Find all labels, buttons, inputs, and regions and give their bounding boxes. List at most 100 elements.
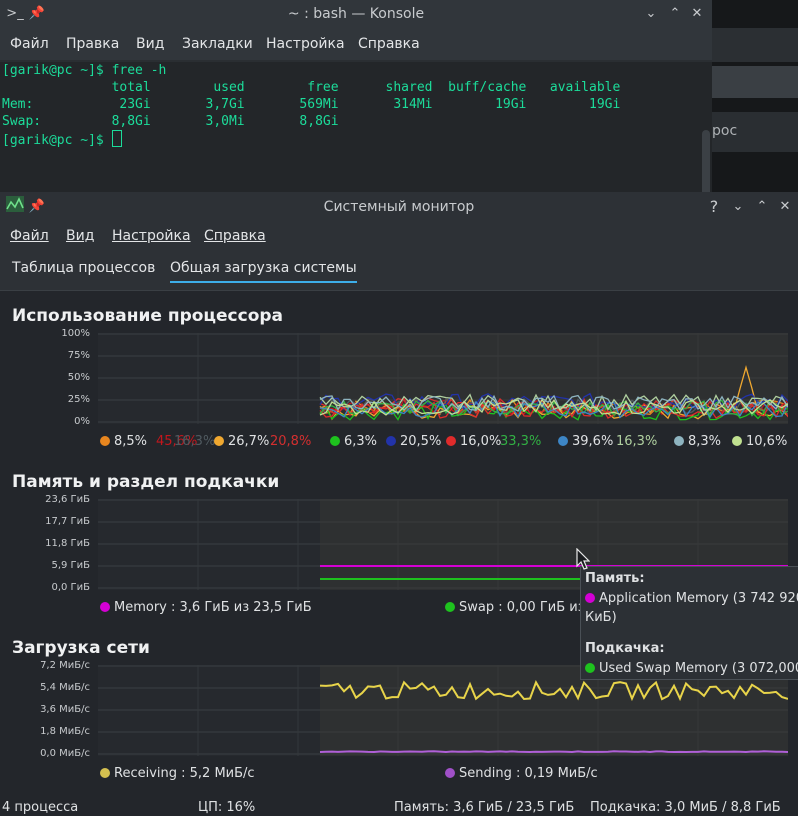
tab-bar: Таблица процессов Общая загрузка системы (0, 252, 798, 291)
cpu-ytick: 0% (74, 416, 90, 427)
minimize-icon[interactable]: ⌄ (727, 196, 749, 218)
tooltip-memory-header: Память: (585, 571, 645, 586)
memory-legend-dot (100, 602, 110, 612)
cpu-legend-item: 20,5% (386, 434, 441, 449)
cpu-section-title: Использование процессора (12, 306, 284, 326)
network-ytick: 3,6 МиБ/с (40, 704, 90, 715)
cpu-legend-item: 16,3% (616, 434, 657, 449)
background-window-field (712, 66, 798, 98)
sending-line (319, 750, 788, 754)
sysmon-menubar: Файл Вид Настройка Справка (0, 222, 798, 252)
menu-view[interactable]: Вид (136, 36, 164, 52)
system-monitor-window: 📌 Системный монитор ? ⌄ ⌃ ✕ Файл Вид Нас… (0, 192, 798, 816)
cpu-ytick: 75% (67, 350, 90, 361)
receiving-legend-dot (100, 768, 110, 778)
cpu-legend-dot (446, 436, 456, 446)
cpu-ytick: 25% (67, 394, 90, 405)
tooltip-memory-item: Application Memory (3 742 920 (585, 591, 798, 606)
close-icon[interactable]: ✕ (774, 196, 796, 218)
cpu-legend-dot (214, 436, 224, 446)
sysmon-titlebar[interactable]: 📌 Системный монитор ? ⌄ ⌃ ✕ (0, 192, 798, 222)
status-memory: Память: 3,6 ГиБ / 23,5 ГиБ (394, 800, 575, 815)
help-icon[interactable]: ? (703, 196, 725, 218)
memory-legend: Memory : 3,6 ГиБ из 23,5 ГиБ (100, 600, 312, 615)
menu-help[interactable]: Справка (358, 36, 420, 52)
network-ytick: 5,4 МиБ/с (40, 682, 90, 693)
receiving-legend: Receiving : 5,2 МиБ/с (100, 766, 255, 781)
terminal-line: Mem: 23Gi 3,7Gi 569Mi 314Mi 19Gi 19Gi (2, 97, 621, 112)
terminal-area[interactable]: [garik@pc ~]$ free -h total used free sh… (0, 62, 712, 252)
receiving-legend-text: Receiving : 5,2 МиБ/с (114, 766, 255, 781)
tab-process-table[interactable]: Таблица процессов (12, 260, 155, 276)
maximize-icon[interactable]: ⌃ (751, 196, 773, 218)
close-icon[interactable]: ✕ (686, 3, 708, 25)
cpu-legend-value: 8,3% (688, 434, 722, 449)
cpu-legend-item: 33,3% (500, 434, 541, 449)
background-window: рос (712, 0, 798, 192)
memory-section-title: Память и раздел подкачки (12, 472, 280, 492)
tab-system-load[interactable]: Общая загрузка системы (170, 260, 357, 283)
network-ytick: 1,8 МиБ/с (40, 726, 90, 737)
cpu-legend-value: 33,3% (500, 434, 542, 449)
cpu-legend-value: 10,6% (746, 434, 788, 449)
memory-ytick: 5,9 ГиБ (51, 560, 90, 571)
cpu-legend-item: 39,6% (558, 434, 613, 449)
konsole-titlebar[interactable]: >_ 📌 ~ : bash — Konsole ⌄ ⌃ ✕ (0, 0, 712, 28)
cpu-legend-dot (100, 436, 110, 446)
minimize-icon[interactable]: ⌄ (640, 3, 662, 25)
maximize-icon[interactable]: ⌃ (664, 3, 686, 25)
terminal-line: [garik@pc ~]$ free -h (2, 63, 167, 78)
cpu-legend-value: 8,5% (114, 434, 148, 449)
network-section-title: Загрузка сети (12, 638, 150, 658)
network-ytick: 0,0 МиБ/с (40, 748, 90, 759)
cpu-legend-dot (330, 436, 340, 446)
memory-ytick: 23,6 ГиБ (45, 494, 90, 505)
status-cpu: ЦП: 16% (198, 800, 256, 815)
network-ytick: 7,2 МиБ/с (40, 660, 90, 671)
menu-settings[interactable]: Настройка (266, 36, 345, 52)
konsole-menubar: Файл Правка Вид Закладки Настройка Справ… (0, 28, 712, 60)
cpu-legend: 8,5% 45,6% 16,3% 26,7% 20,8% 6,3% 20,5% 16,0% 33… (100, 434, 798, 452)
terminal-prompt-line: [garik@pc ~]$ (2, 130, 122, 149)
menu-settings[interactable]: Настройка (112, 228, 191, 244)
background-window-text: рос (712, 123, 738, 139)
tooltip-swap-text: Used Swap Memory (3 072,000 (599, 661, 798, 676)
mouse-pointer-icon (576, 548, 590, 570)
tooltip-swap-dot (585, 663, 595, 673)
menu-edit[interactable]: Правка (66, 36, 119, 52)
cpu-graph (98, 333, 788, 424)
memory-ytick: 11,8 ГиБ (45, 538, 90, 549)
cpu-legend-item: 8,5% (100, 434, 147, 449)
terminal-line: total used free shared buff/cache availa… (2, 80, 621, 95)
cpu-legend-item: 10,6% (732, 434, 787, 449)
cpu-legend-value: 6,3% (344, 434, 378, 449)
cpu-legend-item: 26,7% (214, 434, 269, 449)
menu-file[interactable]: Файл (10, 228, 49, 244)
menu-help[interactable]: Справка (204, 228, 266, 244)
konsole-window: >_ 📌 ~ : bash — Konsole ⌄ ⌃ ✕ Файл Правк… (0, 0, 712, 252)
cpu-legend-value: 20,8% (270, 434, 312, 449)
cpu-legend-item: 20,8% (270, 434, 311, 449)
swap-legend-text: Swap : 0,00 ГиБ из (459, 600, 585, 615)
cpu-legend-dot (558, 436, 568, 446)
swap-legend-dot (445, 602, 455, 612)
background-window-search[interactable]: рос (712, 112, 798, 152)
memory-legend-text: Memory : 3,6 ГиБ из 23,5 ГиБ (114, 600, 312, 615)
tooltip-memory-text: Application Memory (3 742 920 (599, 591, 798, 606)
sending-legend: Sending : 0,19 МиБ/с (445, 766, 598, 781)
background-window-toolbar (712, 28, 798, 62)
menu-bookmarks[interactable]: Закладки (182, 36, 253, 52)
cpu-legend-dot (386, 436, 396, 446)
menu-view[interactable]: Вид (66, 228, 94, 244)
cpu-legend-dot (732, 436, 742, 446)
terminal-line: Swap: 8,8Gi 3,0Mi 8,8Gi (2, 114, 339, 129)
cpu-legend-value: 26,7% (228, 434, 270, 449)
terminal-prompt: [garik@pc ~]$ (2, 133, 112, 148)
menu-file[interactable]: Файл (10, 36, 49, 52)
cpu-legend-value: 20,5% (400, 434, 442, 449)
graph-tooltip: Память: Application Memory (3 742 920 Ки… (580, 566, 798, 680)
terminal-cursor (111, 130, 122, 147)
status-swap: Подкачка: 3,0 МиБ / 8,8 ГиБ (590, 800, 781, 815)
cpu-ytick: 100% (61, 328, 90, 339)
tooltip-memory-dot (585, 593, 595, 603)
